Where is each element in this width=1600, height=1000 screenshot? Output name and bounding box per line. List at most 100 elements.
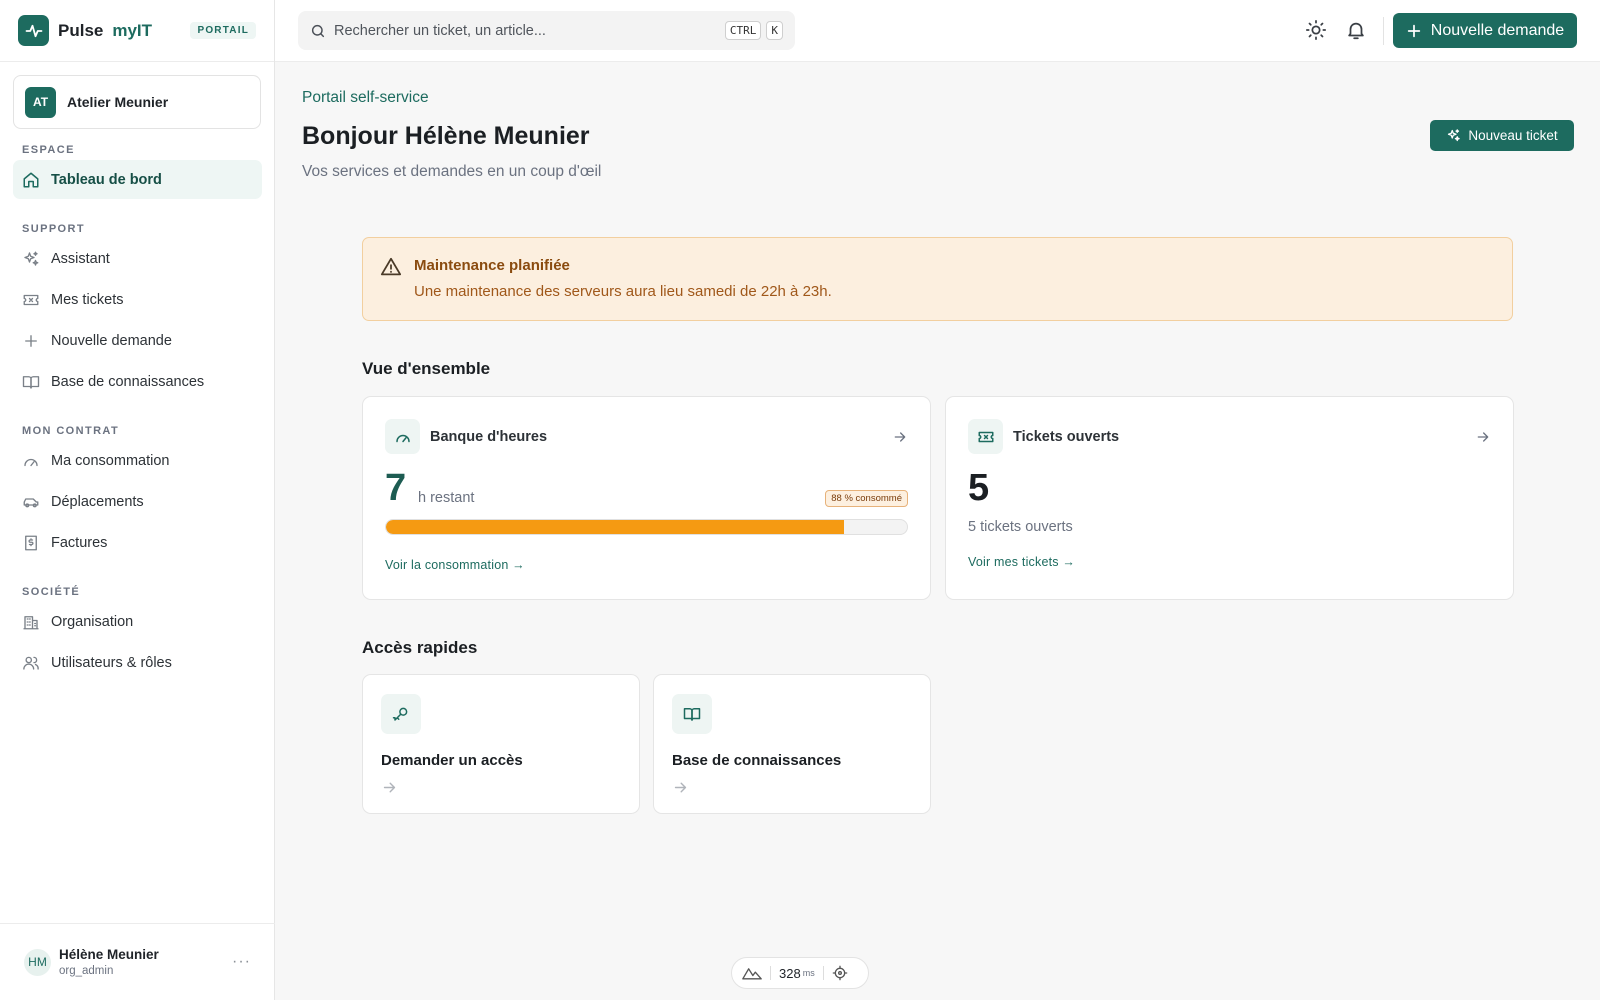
- sidebar-item-label: Déplacements: [51, 493, 144, 510]
- user-role: org_admin: [59, 965, 114, 977]
- quick-access-request-access[interactable]: Demander un accès: [362, 674, 640, 814]
- search-input[interactable]: [334, 22, 720, 39]
- avatar: HM: [24, 948, 51, 976]
- quick-access-title: Accès rapides: [362, 638, 478, 657]
- consumption-progress-fill: [386, 520, 845, 534]
- consumption-progress-bar: [385, 519, 908, 535]
- brand: Pulse myIT PORTAIL: [0, 0, 274, 62]
- sidebar-item-assistant[interactable]: Assistant: [13, 239, 262, 278]
- sidebar-item-new-request[interactable]: Nouvelle demande: [13, 321, 262, 360]
- alert-title: Maintenance planifiée: [414, 257, 570, 274]
- alert-text: Une maintenance des serveurs aura lieu s…: [414, 283, 832, 300]
- sidebar-item-label: Assistant: [51, 250, 110, 267]
- hours-bank-card: Banque d'heures 7 h restant 88 % consomm…: [362, 396, 931, 600]
- sidebar-item-knowledge-base[interactable]: Base de connaissances: [13, 362, 262, 401]
- gauge-icon: [22, 452, 40, 470]
- book-icon: [22, 373, 40, 391]
- open-tickets-subtitle: 5 tickets ouverts: [968, 519, 1073, 535]
- book-icon: [672, 694, 712, 734]
- sparkles-icon: [22, 250, 40, 268]
- plus-icon: [22, 332, 40, 350]
- org-switcher[interactable]: AT Atelier Meunier: [13, 75, 261, 129]
- new-request-label: Nouvelle demande: [1430, 21, 1565, 39]
- plus-icon: [1406, 23, 1422, 39]
- key-icon: [381, 694, 421, 734]
- sparkles-icon: [1446, 128, 1461, 143]
- sidebar-item-consumption[interactable]: Ma consommation: [13, 441, 262, 480]
- theme-toggle-sun-icon[interactable]: [1305, 19, 1327, 41]
- notifications-bell-icon[interactable]: [1345, 19, 1367, 41]
- view-consumption-link[interactable]: Voir la consommation →: [385, 558, 525, 572]
- page-title: Bonjour Hélène Meunier: [302, 122, 590, 150]
- arrow-right-icon: [672, 779, 689, 796]
- sidebar-item-my-tickets[interactable]: Mes tickets: [13, 280, 262, 319]
- open-tickets-card: Tickets ouverts 5 5 tickets ouverts Voir…: [945, 396, 1514, 600]
- new-ticket-button[interactable]: Nouveau ticket: [1430, 120, 1574, 151]
- portal-badge: PORTAIL: [190, 22, 256, 39]
- car-icon: [22, 493, 40, 511]
- hours-remaining-unit: h restant: [418, 490, 475, 506]
- brand-accent: myIT: [112, 20, 153, 40]
- pulse-logo-icon: [18, 15, 49, 46]
- page-subtitle: Vos services et demandes en un coup d'œi…: [302, 163, 602, 180]
- sidebar-item-label: Tableau de bord: [51, 171, 162, 188]
- open-tickets-value: 5: [968, 467, 990, 509]
- arrow-right-icon: [381, 779, 398, 796]
- sidebar-item-label: Organisation: [51, 613, 134, 630]
- home-icon: [22, 171, 40, 189]
- hours-remaining-value: 7: [385, 467, 407, 509]
- shortcut-key-ctrl: CTRL: [724, 21, 762, 40]
- ticket-icon: [22, 291, 40, 309]
- user-menu[interactable]: HM Hélène Meunier org_admin ···: [0, 923, 275, 1000]
- sidebar-item-label: Ma consommation: [51, 452, 170, 469]
- page-eyebrow: Portail self-service: [302, 89, 429, 106]
- mountains-icon: [742, 965, 762, 981]
- sidebar-item-label: Factures: [51, 534, 108, 551]
- search-icon: [310, 23, 326, 39]
- new-request-button[interactable]: Nouvelle demande: [1393, 13, 1577, 48]
- users-icon: [22, 654, 40, 672]
- view-tickets-link[interactable]: Voir mes tickets →: [968, 555, 1075, 569]
- new-ticket-label: Nouveau ticket: [1468, 128, 1558, 143]
- sidebar-item-label: Mes tickets: [51, 291, 124, 308]
- arrow-right-icon[interactable]: [892, 429, 908, 445]
- perf-indicator: 328 ms: [731, 957, 869, 989]
- open-tickets-title: Tickets ouverts: [1013, 429, 1120, 445]
- sidebar-item-label: Base de connaissances: [51, 373, 205, 390]
- perf-value: 328: [779, 965, 801, 981]
- building-icon: [22, 613, 40, 631]
- sidebar-item-label: Utilisateurs & rôles: [51, 654, 172, 671]
- perf-unit: ms: [802, 968, 815, 978]
- org-avatar: AT: [25, 86, 56, 118]
- consumed-badge: 88 % consommé: [825, 490, 908, 507]
- sidebar: Pulse myIT PORTAIL AT Atelier Meunier ES…: [0, 0, 275, 1000]
- hours-bank-title: Banque d'heures: [430, 429, 548, 445]
- more-options-icon[interactable]: ···: [232, 953, 251, 971]
- sidebar-item-invoices[interactable]: Factures: [13, 523, 262, 562]
- sidebar-nav: ESPACE Tableau de bord SUPPORT Assistant…: [0, 140, 275, 684]
- arrow-right-icon[interactable]: [1475, 429, 1491, 445]
- user-name: Hélène Meunier: [59, 947, 159, 962]
- gauge-icon: [385, 419, 420, 454]
- sidebar-item-users-roles[interactable]: Utilisateurs & rôles: [13, 643, 262, 682]
- ticket-icon: [968, 419, 1003, 454]
- sidebar-item-dashboard[interactable]: Tableau de bord: [13, 160, 262, 199]
- org-name: Atelier Meunier: [67, 94, 169, 110]
- brand-name: Pulse: [58, 20, 104, 40]
- sidebar-item-organisation[interactable]: Organisation: [13, 602, 262, 641]
- overview-title: Vue d'ensemble: [362, 359, 491, 378]
- maintenance-alert: Maintenance planifiée Une maintenance de…: [362, 237, 1513, 321]
- sidebar-item-travel[interactable]: Déplacements: [13, 482, 262, 521]
- quick-access-label: Base de connaissances: [672, 752, 842, 769]
- quick-access-knowledge-base[interactable]: Base de connaissances: [653, 674, 931, 814]
- search-bar[interactable]: CTRL K: [298, 11, 795, 50]
- nav-section-contract: MON CONTRAT: [22, 425, 120, 437]
- sidebar-item-label: Nouvelle demande: [51, 332, 172, 349]
- nav-section-support: SUPPORT: [22, 223, 85, 235]
- shortcut-key-k: K: [766, 21, 783, 40]
- warning-triangle-icon: [380, 256, 402, 278]
- quick-access-label: Demander un accès: [381, 752, 523, 769]
- topbar: CTRL K Nouvelle demande: [275, 0, 1600, 62]
- crosshair-icon[interactable]: [832, 965, 848, 981]
- nav-section-company: SOCIÉTÉ: [22, 586, 81, 598]
